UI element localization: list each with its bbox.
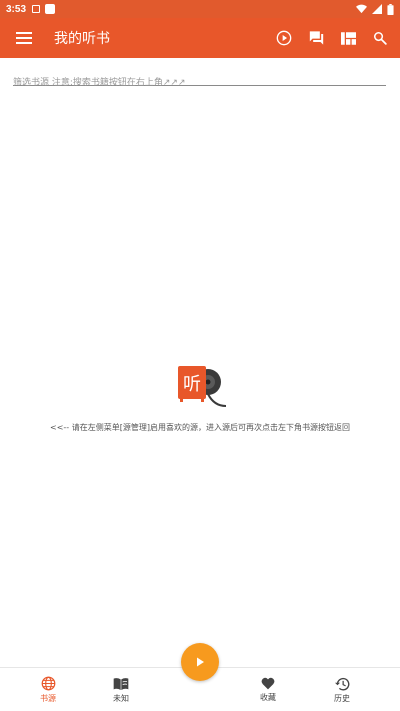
empty-state-message: <<-- 请在左侧菜单[源管理]启用喜欢的源，进入源后可再次点击左下角书源按钮返… [50,423,350,432]
radio-logo-icon: 听 [178,366,227,407]
empty-state-logo: 听 [178,364,228,410]
app-bar: 我的听书 [0,18,400,58]
signal-icon [372,4,382,14]
nav-label-sources: 书源 [40,694,56,703]
menu-icon [16,32,32,44]
nav-item-unknown[interactable]: 未知 [91,668,151,711]
notification-app-icon [45,4,56,14]
logo-glyph: 听 [183,374,201,395]
nav-label-favorites: 收藏 [260,693,276,702]
app-bar-actions [268,18,396,58]
nav-label-history: 历史 [334,693,350,703]
filter-input[interactable] [13,75,386,91]
nav-item-sources[interactable]: 书源 [18,668,78,711]
status-bar: 3:53 [0,0,400,18]
library-button[interactable] [332,18,364,58]
book-icon [113,677,129,690]
nav-item-history[interactable]: 历史 [312,668,372,711]
notification-icon [32,5,41,13]
library-icon [340,31,356,45]
forum-icon [309,31,323,45]
nav-label-unknown: 未知 [113,693,129,703]
page-title: 我的听书 [54,31,110,47]
wifi-icon [356,4,367,14]
play-fab-button[interactable] [181,643,219,681]
search-button[interactable] [364,18,396,58]
heart-icon [261,677,275,690]
battery-icon [387,3,394,15]
search-icon [373,31,387,45]
play-circle-icon [276,30,292,46]
play-button[interactable] [268,18,300,58]
globe-icon [41,676,55,691]
filter-field [13,70,386,91]
history-icon [334,677,349,690]
chat-button[interactable] [300,18,332,58]
play-icon [197,657,204,667]
menu-button[interactable] [4,18,44,58]
nav-item-favorites[interactable]: 收藏 [238,668,298,711]
status-indicators [356,3,394,15]
status-time: 3:53 [6,3,27,15]
screen: 3:53 我的听书 筛选书源 注意:搜索书籍按钮在右上角↗↗↗ 听 <<-- 请… [0,0,400,711]
